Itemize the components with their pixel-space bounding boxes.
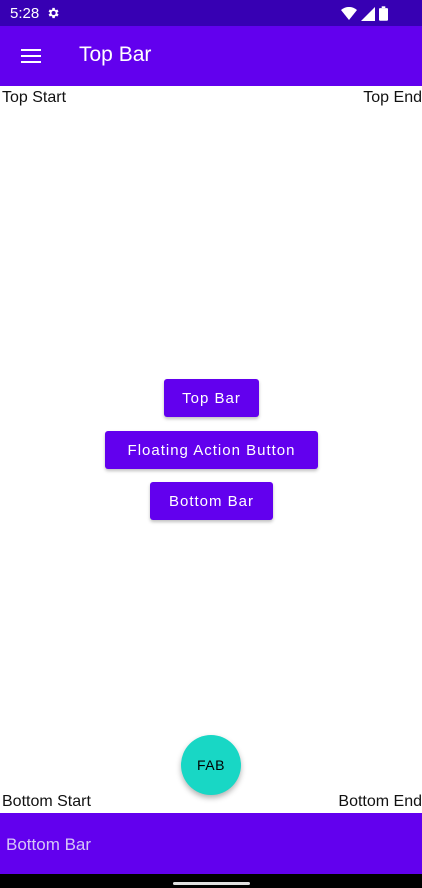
bottom-app-bar: Bottom Bar xyxy=(0,813,422,874)
bottom-bar-label: Bottom Bar xyxy=(6,835,92,854)
floating-action-button-button[interactable]: Floating Action Button xyxy=(105,431,318,469)
top-bar-button[interactable]: Top Bar xyxy=(164,379,259,417)
top-end-label: Top End xyxy=(363,89,422,106)
wifi-icon xyxy=(341,6,357,26)
top-start-label: Top Start xyxy=(2,89,67,106)
battery-icon xyxy=(379,6,388,26)
menu-icon[interactable] xyxy=(20,45,42,67)
app-bar-title: Top Bar xyxy=(79,43,152,66)
status-time: 5:28 xyxy=(10,5,40,22)
gear-icon xyxy=(46,6,60,25)
home-handle[interactable] xyxy=(173,882,250,885)
system-nav-bar xyxy=(0,874,422,888)
bottom-end-label: Bottom End xyxy=(338,793,422,810)
top-app-bar: Top Bar xyxy=(0,26,422,86)
status-bar: 5:28 xyxy=(0,0,422,26)
bottom-bar-button[interactable]: Bottom Bar xyxy=(150,482,273,520)
bottom-start-label: Bottom Start xyxy=(2,793,91,810)
signal-icon xyxy=(361,6,375,26)
fab[interactable]: FAB xyxy=(181,735,241,795)
